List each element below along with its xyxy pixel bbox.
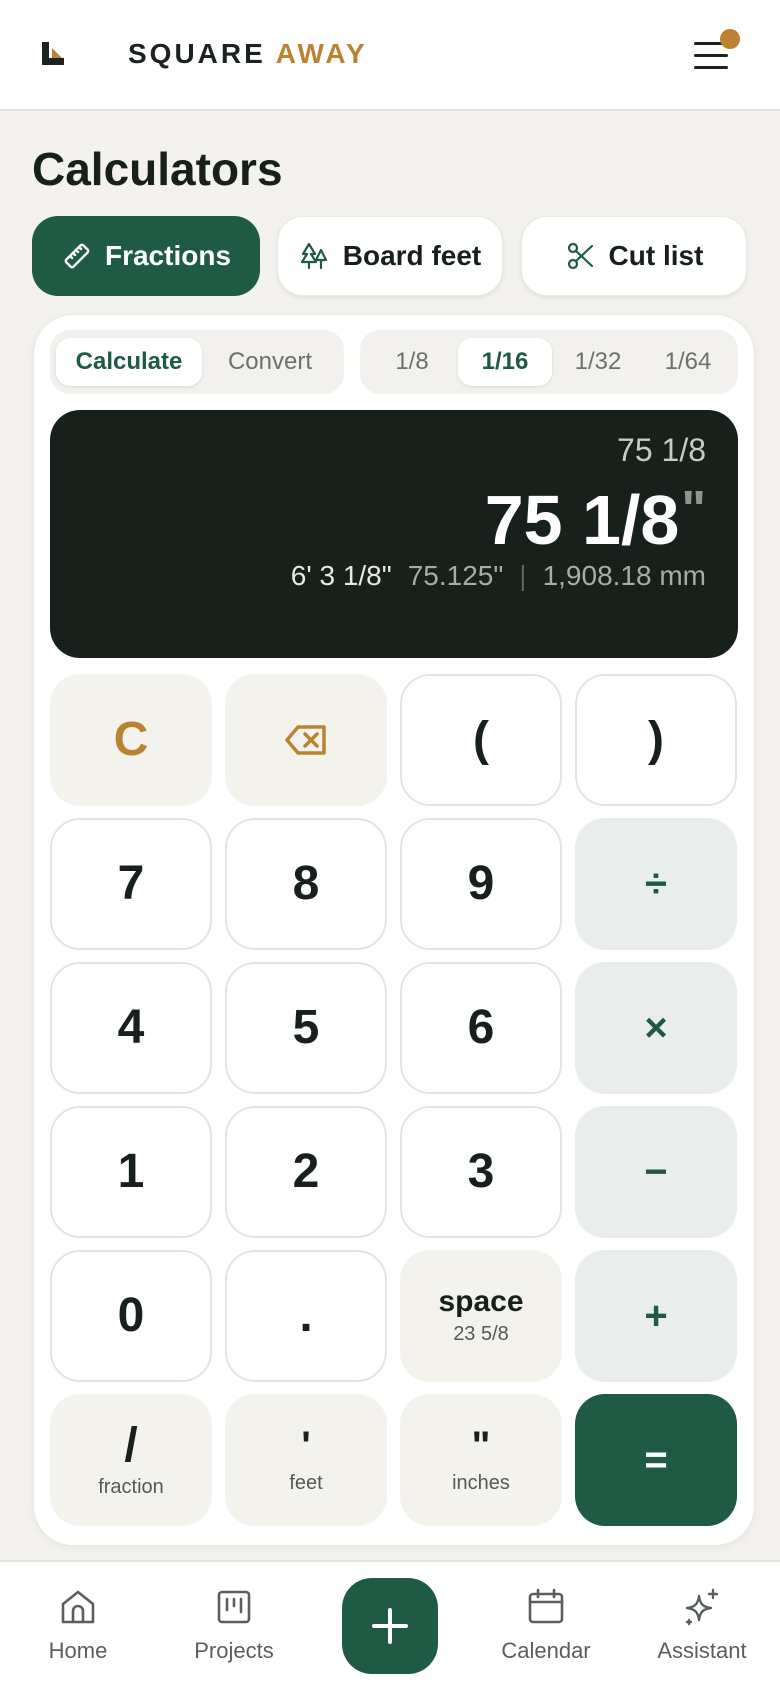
tab-fractions-label: Fractions	[104, 240, 232, 271]
brand-wordmark: SQUARE AWAY	[128, 38, 368, 70]
home-icon	[61, 1590, 95, 1624]
multiply-button[interactable]: ×	[575, 962, 737, 1094]
precision-1-32[interactable]: 1/32	[552, 338, 644, 386]
clear-button[interactable]: C	[50, 674, 212, 806]
result-unit: "	[681, 481, 706, 539]
brand-word-away: AWAY	[275, 38, 368, 69]
nav-assistant[interactable]: Assistant	[632, 1586, 772, 1664]
fraction-button[interactable]: / fraction	[50, 1394, 212, 1526]
digit-7-button[interactable]: 7	[50, 818, 212, 950]
notification-dot	[720, 29, 740, 49]
add-button[interactable]	[342, 1578, 438, 1674]
mode-calculate[interactable]: Calculate	[56, 338, 202, 386]
trees-icon	[300, 242, 327, 270]
digit-5-button[interactable]: 5	[225, 962, 387, 1094]
bottom-navigation: Home Projects Calendar Assistant	[0, 1560, 780, 1688]
digit-9-button[interactable]: 9	[400, 818, 562, 950]
result-value: 75 1/8"	[485, 480, 706, 560]
top-header: SQUARE AWAY	[0, 0, 780, 111]
projects-icon	[217, 1590, 251, 1624]
page-title: Calculators	[32, 143, 283, 195]
equals-button[interactable]: =	[575, 1394, 737, 1526]
menu-button[interactable]	[694, 29, 740, 74]
nav-calendar[interactable]: Calendar	[476, 1586, 616, 1664]
calendar-icon	[528, 1588, 564, 1624]
digit-1-button[interactable]: 1	[50, 1106, 212, 1238]
digit-6-button[interactable]: 6	[400, 962, 562, 1094]
tab-cut-list[interactable]: Cut list	[521, 216, 747, 296]
tab-cut-list-label: Cut list	[608, 240, 704, 271]
divider: |	[519, 560, 527, 591]
divide-button[interactable]: ÷	[575, 818, 737, 950]
nav-home[interactable]: Home	[8, 1586, 148, 1664]
tab-board-feet[interactable]: Board feet	[277, 216, 503, 296]
feet-button[interactable]: ' feet	[225, 1394, 387, 1526]
precision-1-16[interactable]: 1/16	[458, 338, 552, 386]
conversions-row: 6' 3 1/8" 75.125" | 1,908.18 mm	[291, 560, 706, 592]
digit-8-button[interactable]: 8	[225, 818, 387, 950]
calculator-display: 75 1/8 75 1/8" 6' 3 1/8" 75.125" | 1,908…	[50, 410, 738, 658]
scissors-icon	[567, 242, 593, 270]
tab-fractions[interactable]: Fractions	[32, 216, 260, 296]
decimal-inches-value: 75.125"	[407, 560, 504, 591]
digit-2-button[interactable]: 2	[225, 1106, 387, 1238]
close-paren-button[interactable]: )	[575, 674, 737, 806]
ruler-icon	[64, 243, 90, 269]
nav-projects[interactable]: Projects	[164, 1586, 304, 1664]
precision-toggle: 1/8 1/16 1/32 1/64	[360, 330, 738, 394]
tab-board-feet-label: Board feet	[342, 240, 482, 271]
precision-1-8[interactable]: 1/8	[366, 338, 458, 386]
millimeters-value: 1,908.18 mm	[542, 560, 706, 591]
precision-1-64[interactable]: 1/64	[644, 338, 732, 386]
result-number: 75 1/8	[484, 481, 680, 559]
minus-button[interactable]: −	[575, 1106, 737, 1238]
digit-4-button[interactable]: 4	[50, 962, 212, 1094]
inches-button[interactable]: " inches	[400, 1394, 562, 1526]
open-paren-button[interactable]: (	[400, 674, 562, 806]
sparkle-icon	[685, 1588, 719, 1626]
logo-icon	[42, 42, 64, 65]
plus-icon	[372, 1608, 408, 1644]
digit-3-button[interactable]: 3	[400, 1106, 562, 1238]
space-button[interactable]: space 23 5/8	[400, 1250, 562, 1382]
plus-button[interactable]: +	[575, 1250, 737, 1382]
backspace-icon	[285, 725, 326, 755]
expression-text: 75 1/8	[617, 432, 706, 468]
backspace-button[interactable]	[225, 674, 387, 806]
feet-inches-value: 6' 3 1/8"	[290, 560, 392, 591]
mode-convert[interactable]: Convert	[202, 338, 338, 386]
app-screen: SQUARE AWAY Calculators Fractions Board f…	[0, 0, 780, 1688]
decimal-point-button[interactable]: .	[225, 1250, 387, 1382]
brand-word-square: SQUARE	[128, 38, 266, 69]
digit-0-button[interactable]: 0	[50, 1250, 212, 1382]
mode-toggle: Calculate Convert	[50, 330, 344, 394]
